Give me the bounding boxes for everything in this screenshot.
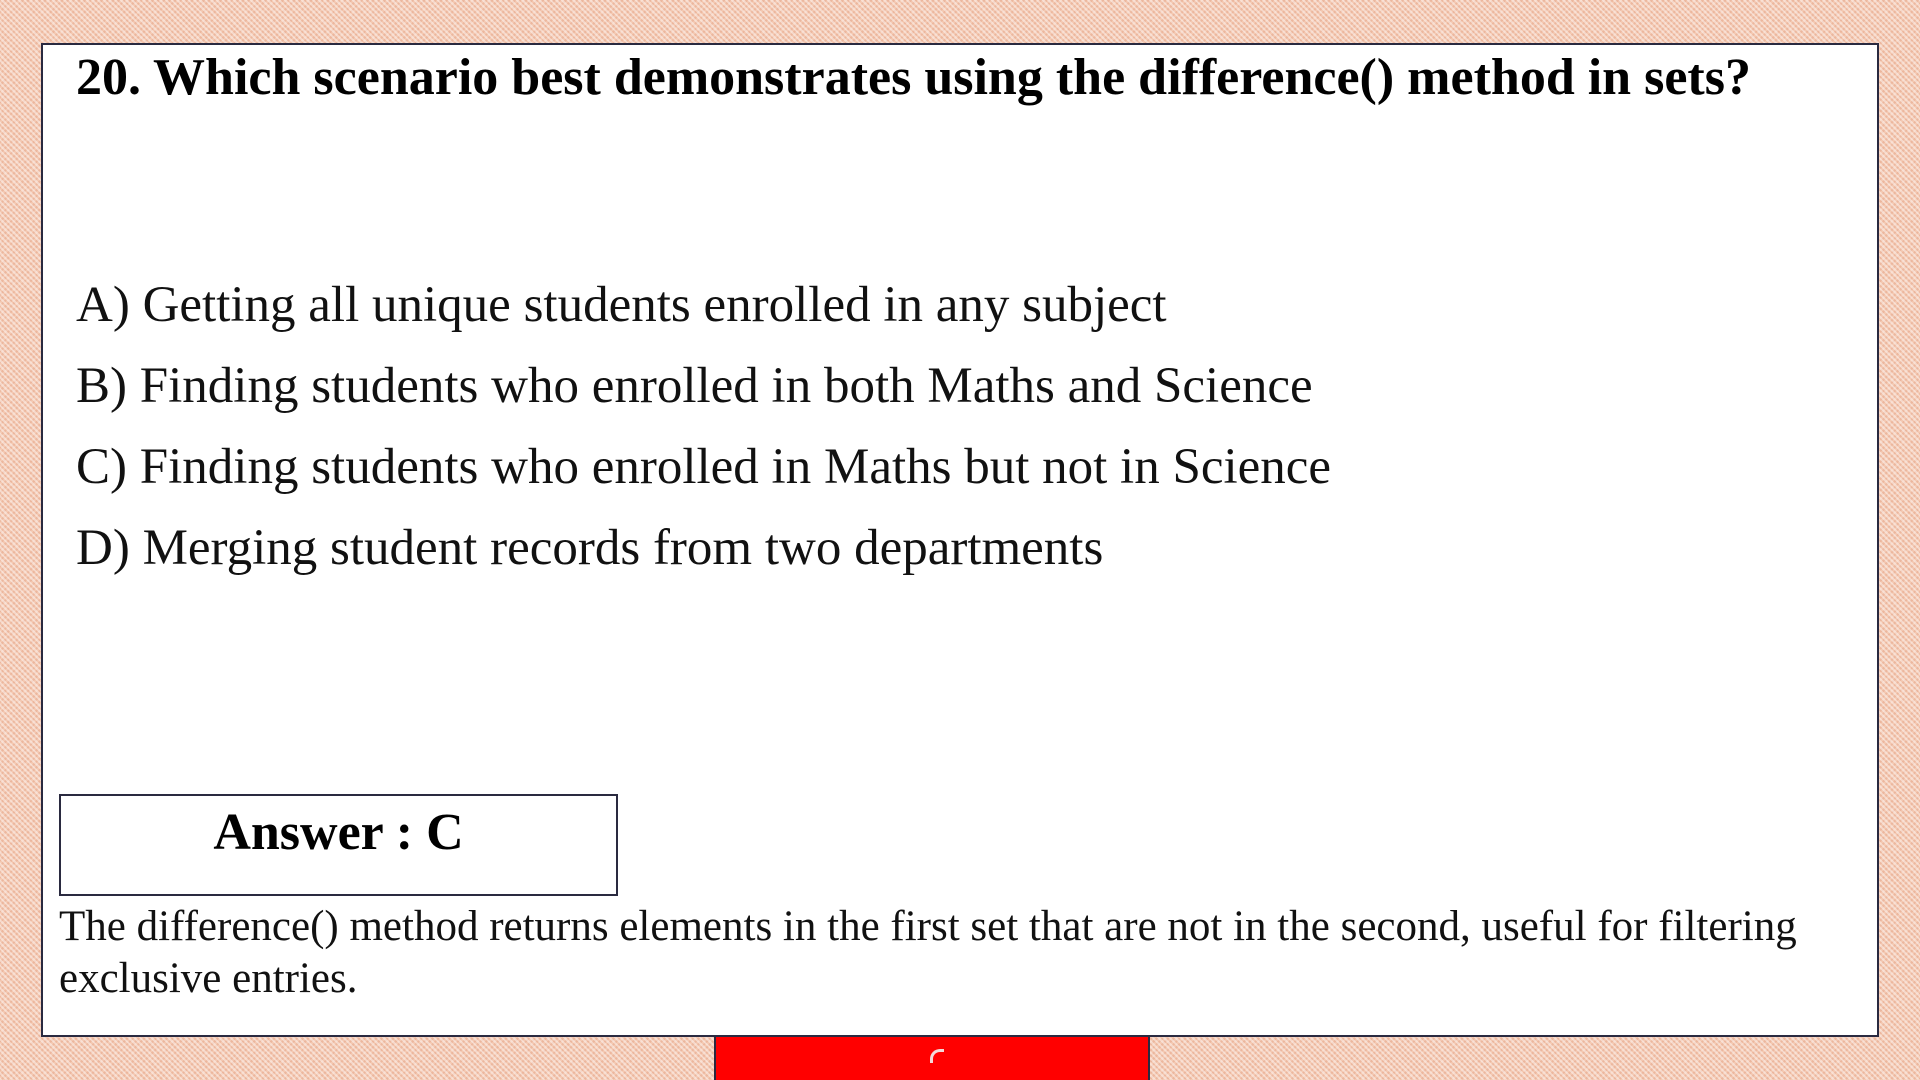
- option-c: C) Finding students who enrolled in Math…: [76, 439, 1332, 495]
- slide-panel: 20. Which scenario best demonstrates usi…: [41, 43, 1879, 1037]
- explanation-text: The difference() method returns elements…: [59, 903, 1797, 1002]
- option-b: B) Finding students who enrolled in both…: [76, 358, 1313, 414]
- options-list: A) Getting all unique students enrolled …: [76, 265, 1331, 589]
- answer-box: Answer : C: [59, 794, 618, 896]
- bottom-bar: [714, 1037, 1150, 1080]
- option-d: D) Merging student records from two depa…: [76, 520, 1104, 576]
- question-title: 20. Which scenario best demonstrates usi…: [76, 49, 1751, 106]
- answer-label: Answer : C: [213, 804, 464, 861]
- option-a: A) Getting all unique students enrolled …: [76, 277, 1167, 333]
- loading-mark-icon: [930, 1049, 944, 1063]
